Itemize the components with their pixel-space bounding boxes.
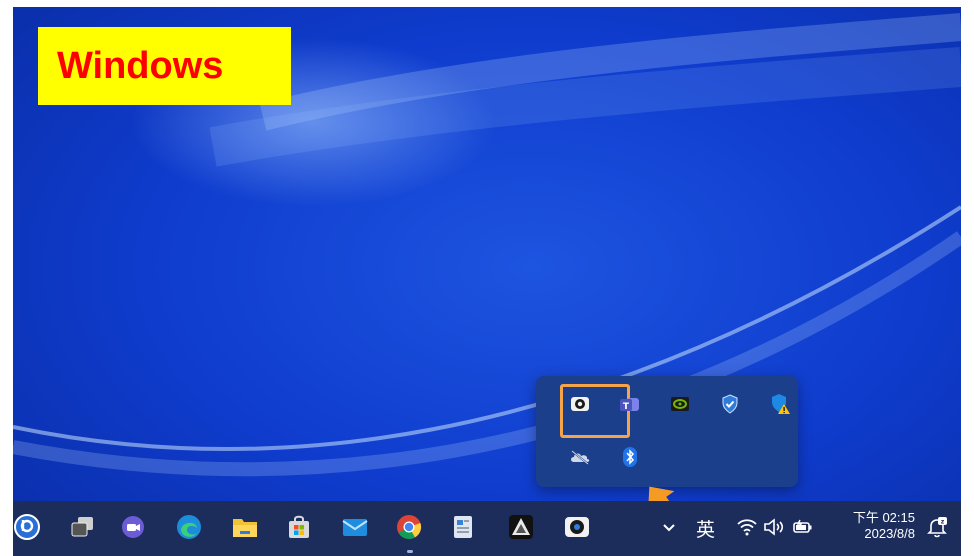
teams-icon[interactable]: T [619,393,641,415]
wifi-icon[interactable] [733,513,761,541]
input-indicator[interactable]: 英 [696,515,715,542]
search-icon[interactable] [13,513,41,541]
svg-text:T: T [623,402,630,412]
defender-icon[interactable] [719,393,741,415]
edge-icon[interactable] [175,513,203,541]
notepad-icon[interactable] [449,513,477,541]
clock-date[interactable]: 2023/8/8 [825,526,915,541]
desktop: Windows T 英 下午 02:15 2023/8/8 z [13,7,961,556]
nvidia-icon[interactable] [669,393,691,415]
volume-icon[interactable] [761,513,789,541]
taskbar: 英 下午 02:15 2023/8/8 z [13,501,961,556]
battery-icon[interactable] [789,513,817,541]
bluetooth-icon[interactable] [619,446,641,468]
windows-annotation-label: Windows [38,27,291,105]
mail-icon[interactable] [341,513,369,541]
camera-app-taskbar-icon[interactable] [563,513,591,541]
onedrive-offline-icon[interactable] [569,446,591,468]
chrome-icon[interactable] [395,513,423,541]
camera-app-icon[interactable] [560,384,630,438]
chat-icon[interactable] [119,513,147,541]
security-warning-icon[interactable] [769,393,791,415]
app-icon[interactable] [507,513,535,541]
clock-time[interactable]: 下午 02:15 [825,507,915,526]
annotation-text: Windows [57,44,224,87]
file-explorer-icon[interactable] [231,513,259,541]
store-icon[interactable] [285,513,313,541]
chevron-up-icon[interactable] [655,513,683,541]
tray-overflow-flyout: T [536,376,798,487]
svg-text:z: z [941,519,945,526]
running-indicator [407,550,413,553]
task-view-icon[interactable] [69,513,97,541]
notification-bell-icon[interactable]: z [923,513,951,541]
